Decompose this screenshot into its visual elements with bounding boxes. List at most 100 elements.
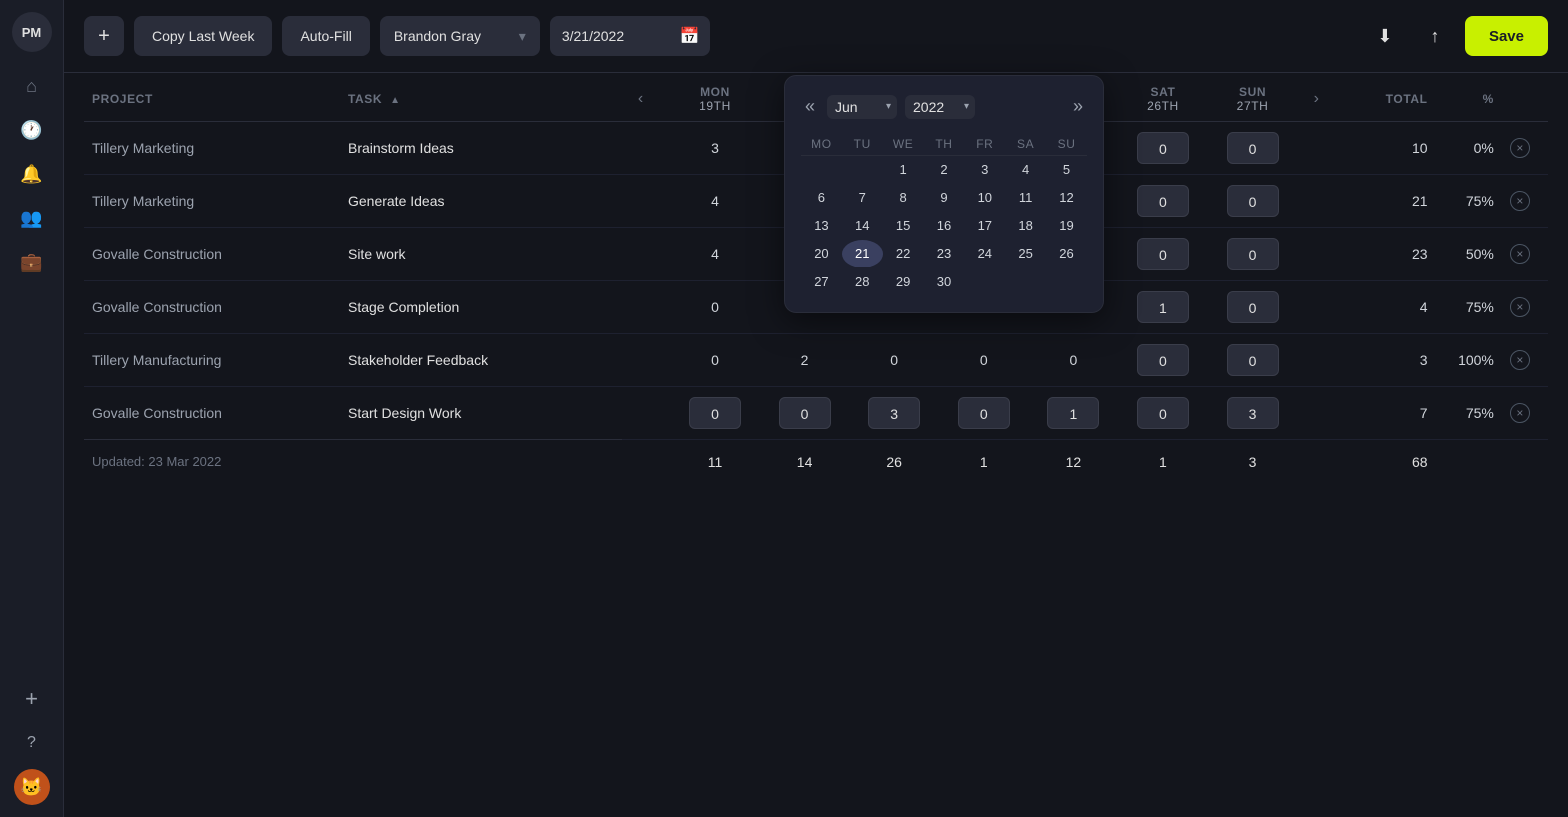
project-cell: Govalle Construction — [84, 228, 340, 281]
cal-day-cell[interactable]: 21 — [842, 240, 883, 268]
remove-row-button[interactable]: × — [1510, 191, 1530, 211]
calendar-toggle-button[interactable]: 📅 — [670, 16, 710, 56]
cal-day-header: We — [883, 133, 924, 156]
cal-day-header: Fr — [964, 133, 1005, 156]
mon-cell: 4 — [670, 228, 760, 281]
app-logo[interactable]: PM — [12, 12, 52, 52]
cal-day-cell[interactable]: 20 — [801, 240, 842, 268]
cal-day-cell[interactable]: 3 — [964, 156, 1005, 184]
people-icon[interactable]: 👥 — [14, 200, 50, 236]
remove-row-button[interactable]: × — [1510, 350, 1530, 370]
user-name-label: Brandon Gray — [394, 28, 481, 44]
updated-label: Updated: 23 Mar 2022 — [84, 440, 622, 484]
month-selector-wrapper: JanFebMarAprMayJunJulAugSepOctNovDec — [827, 95, 897, 119]
cal-day-cell[interactable]: 9 — [924, 184, 965, 212]
user-dropdown[interactable]: Brandon Gray ▾ — [380, 16, 540, 56]
cal-day-cell[interactable]: 26 — [1046, 240, 1087, 268]
remove-row-button[interactable]: × — [1510, 403, 1530, 423]
year-selector-wrapper: 20202021202220232024 — [905, 95, 975, 119]
date-picker-wrapper: 📅 — [550, 16, 710, 56]
scroll-right-col[interactable]: › — [1297, 73, 1346, 122]
row-percent: 0% — [1436, 122, 1502, 175]
project-cell: Govalle Construction — [84, 387, 340, 440]
remove-row-button[interactable]: × — [1510, 244, 1530, 264]
task-cell: Brainstorm Ideas — [340, 122, 622, 175]
next-month-button[interactable]: » — [1069, 92, 1087, 121]
cal-day-cell[interactable]: 29 — [883, 268, 924, 296]
cal-day-cell[interactable]: 23 — [924, 240, 965, 268]
grand-total: 68 — [1346, 440, 1436, 484]
export-button[interactable]: ↑ — [1415, 16, 1455, 56]
cal-day-cell[interactable]: 2 — [924, 156, 965, 184]
cal-day-cell[interactable]: 5 — [1046, 156, 1087, 184]
task-cell: Start Design Work — [340, 387, 622, 440]
cal-day-cell[interactable]: 27 — [801, 268, 842, 296]
cal-day-cell[interactable]: 15 — [883, 212, 924, 240]
sat-cell: 1 — [1118, 281, 1208, 334]
wed-cell: 3 — [849, 387, 939, 440]
cal-day-cell[interactable]: 24 — [964, 240, 1005, 268]
remove-row-button[interactable]: × — [1510, 138, 1530, 158]
sat-cell: 0 — [1118, 334, 1208, 387]
cal-day-cell[interactable]: 11 — [1005, 184, 1046, 212]
scroll-right-button[interactable]: › — [1305, 90, 1327, 108]
cal-day-cell[interactable]: 30 — [924, 268, 965, 296]
cal-day-cell[interactable]: 14 — [842, 212, 883, 240]
cal-day-cell[interactable]: 28 — [842, 268, 883, 296]
auto-fill-button[interactable]: Auto-Fill — [282, 16, 369, 56]
help-icon[interactable]: ? — [14, 725, 50, 761]
tue-cell: 2 — [760, 334, 850, 387]
cal-day-cell[interactable]: 22 — [883, 240, 924, 268]
cal-day-cell[interactable]: 7 — [842, 184, 883, 212]
clock-icon[interactable]: 🕐 — [14, 112, 50, 148]
sidebar: PM ⌂ 🕐 🔔 👥 💼 + ? 🐱 — [0, 0, 64, 817]
user-avatar[interactable]: 🐱 — [14, 769, 50, 805]
remove-row-button[interactable]: × — [1510, 297, 1530, 317]
download-button[interactable]: ⬇ — [1365, 16, 1405, 56]
thu-cell: 0 — [939, 387, 1029, 440]
cal-day-cell[interactable]: 10 — [964, 184, 1005, 212]
cal-day-cell[interactable]: 18 — [1005, 212, 1046, 240]
total-mon: 11 — [670, 440, 760, 484]
mon-cell: 3 — [670, 122, 760, 175]
add-icon[interactable]: + — [14, 681, 50, 717]
sat-cell: 0 — [1118, 387, 1208, 440]
sun-cell: 3 — [1208, 387, 1298, 440]
copy-last-week-button[interactable]: Copy Last Week — [134, 16, 272, 56]
total-tue: 14 — [760, 440, 850, 484]
cal-day-cell[interactable]: 13 — [801, 212, 842, 240]
cal-day-cell[interactable]: 6 — [801, 184, 842, 212]
cal-day-cell[interactable]: 17 — [964, 212, 1005, 240]
fri-cell: 1 — [1029, 387, 1119, 440]
scroll-left-button[interactable]: ‹ — [630, 90, 652, 108]
row-total: 4 — [1346, 281, 1436, 334]
row-total: 7 — [1346, 387, 1436, 440]
date-input[interactable] — [550, 16, 670, 56]
cal-day-cell[interactable]: 1 — [883, 156, 924, 184]
scroll-left-col[interactable]: ‹ — [622, 73, 671, 122]
cal-day-cell[interactable]: 16 — [924, 212, 965, 240]
fri-cell: 0 — [1029, 334, 1119, 387]
cal-day-cell[interactable]: 25 — [1005, 240, 1046, 268]
calendar-grid: MoTuWeThFrSaSu 1234567891011121314151617… — [801, 133, 1087, 296]
cal-day-cell[interactable]: 12 — [1046, 184, 1087, 212]
month-select[interactable]: JanFebMarAprMayJunJulAugSepOctNovDec — [827, 95, 897, 119]
home-icon[interactable]: ⌂ — [14, 68, 50, 104]
cal-day-cell[interactable]: 19 — [1046, 212, 1087, 240]
row-percent: 50% — [1436, 228, 1502, 281]
mon-cell: 4 — [670, 175, 760, 228]
bell-icon[interactable]: 🔔 — [14, 156, 50, 192]
cal-empty-cell — [1046, 268, 1087, 296]
prev-month-button[interactable]: « — [801, 92, 819, 121]
briefcase-icon[interactable]: 💼 — [14, 244, 50, 280]
add-entry-button[interactable]: + — [84, 16, 124, 56]
year-select[interactable]: 20202021202220232024 — [905, 95, 975, 119]
dropdown-chevron-icon: ▾ — [519, 28, 526, 45]
calendar-header: « JanFebMarAprMayJunJulAugSepOctNovDec 2… — [801, 92, 1087, 121]
cal-day-cell[interactable]: 8 — [883, 184, 924, 212]
mon-cell: 0 — [670, 334, 760, 387]
sat-cell: 0 — [1118, 228, 1208, 281]
sat-cell: 0 — [1118, 175, 1208, 228]
save-button[interactable]: Save — [1465, 16, 1548, 56]
cal-day-cell[interactable]: 4 — [1005, 156, 1046, 184]
